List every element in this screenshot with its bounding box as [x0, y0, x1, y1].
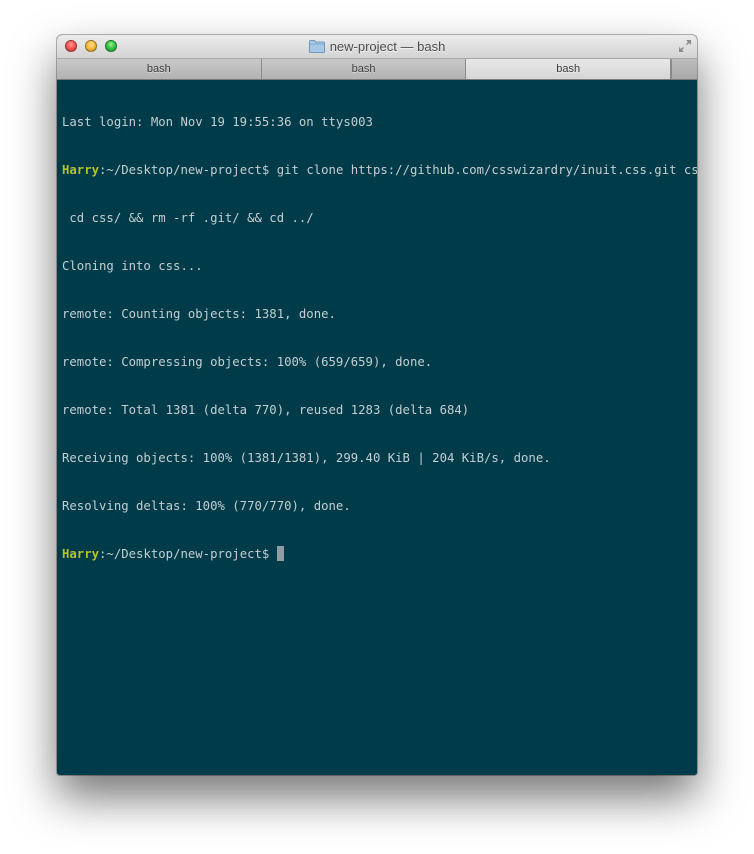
close-window-button[interactable] [65, 40, 77, 52]
output-line: remote: Counting objects: 1381, done. [62, 307, 336, 321]
command-line: Harry:~/Desktop/new-project$ git clone h… [62, 162, 697, 178]
minimize-window-button[interactable] [85, 40, 97, 52]
prompt-user: Harry [62, 547, 100, 561]
prompt-path: :~/Desktop/new-project$ [99, 163, 277, 177]
terminal-output[interactable]: Last login: Mon Nov 19 19:55:36 on ttys0… [57, 80, 697, 775]
tab-bash-1[interactable]: bash [57, 59, 262, 79]
window-title: new-project — bash [329, 39, 446, 54]
title-bar[interactable]: new-project — bash [57, 35, 697, 59]
last-login-line: Last login: Mon Nov 19 19:55:36 on ttys0… [62, 115, 373, 129]
output-line: remote: Total 1381 (delta 770), reused 1… [62, 403, 470, 417]
folder-icon [308, 40, 325, 53]
current-prompt-line[interactable]: Harry:~/Desktop/new-project$ [62, 546, 697, 562]
prompt-path: :~/Desktop/new-project$ [99, 547, 277, 561]
command-text: git clone https://github.com/csswizardry… [276, 163, 697, 177]
output-line: Resolving deltas: 100% (770/770), done. [62, 499, 351, 513]
output-line: remote: Compressing objects: 100% (659/6… [62, 355, 433, 369]
prompt-user: Harry [62, 163, 100, 177]
output-line: Receiving objects: 100% (1381/1381), 299… [62, 451, 551, 465]
tab-bash-2[interactable]: bash [261, 59, 467, 79]
terminal-window: new-project — bash bash bash bash Last l… [57, 35, 697, 775]
text-cursor [276, 546, 284, 561]
command-continuation: cd css/ && rm -rf .git/ && cd ../ [62, 211, 314, 225]
output-line: Cloning into css... [62, 259, 203, 273]
fullscreen-icon[interactable] [678, 39, 692, 53]
window-title-group: new-project — bash [57, 35, 697, 58]
tab-bash-3[interactable]: bash [466, 59, 672, 79]
tab-bar-end [671, 59, 697, 79]
zoom-window-button[interactable] [105, 40, 117, 52]
tab-bar: bash bash bash [57, 59, 697, 80]
